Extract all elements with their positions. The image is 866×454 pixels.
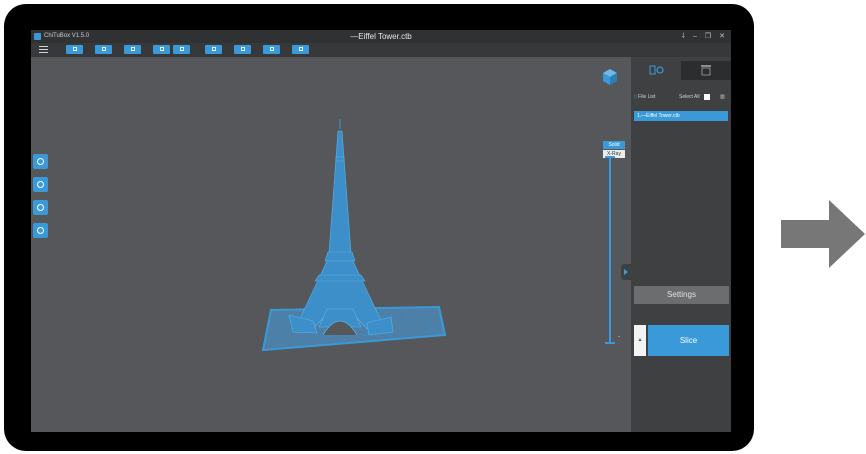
- slice-button[interactable]: Slice: [648, 325, 729, 356]
- right-arrow-icon: [781, 200, 865, 268]
- tablet-frame: ChiTuBox V1.5.0 —Eiffel Tower.ctb ⸸ – ❐ …: [4, 4, 754, 451]
- printer-icon: [701, 65, 711, 76]
- layout-icon[interactable]: [205, 45, 222, 54]
- minimize-icon[interactable]: –: [693, 31, 697, 42]
- move-icon[interactable]: [33, 154, 48, 169]
- tab-printer[interactable]: [681, 61, 731, 80]
- support-icon[interactable]: [234, 45, 251, 54]
- menu-icon[interactable]: [39, 46, 48, 54]
- mirror-icon[interactable]: [33, 223, 48, 238]
- save-icon[interactable]: [95, 45, 112, 54]
- file-list-item[interactable]: 1.—Eiffel Tower.ctb: [634, 111, 728, 121]
- right-panel: ▯ File List Select All ▥ 1.—Eiffel Tower…: [631, 57, 731, 432]
- panel-collapse-button[interactable]: [621, 264, 631, 280]
- settings-button[interactable]: Settings: [634, 286, 729, 304]
- slider-up-button[interactable]: ˇ: [618, 151, 620, 157]
- solid-view-button[interactable]: Solid: [603, 141, 625, 149]
- panel-tabs: [631, 61, 731, 80]
- close-icon[interactable]: ✕: [719, 31, 725, 42]
- hollow-icon[interactable]: [263, 45, 280, 54]
- cut-icon[interactable]: [124, 45, 141, 54]
- select-all-checkbox[interactable]: [704, 94, 710, 100]
- file-settings-icon: [649, 65, 664, 75]
- eiffel-tower-model: [261, 119, 447, 352]
- rotate-icon[interactable]: [33, 177, 48, 192]
- file-list-header: ▯ File List Select All ▥: [634, 93, 729, 102]
- select-all-label: Select All: [679, 94, 700, 100]
- open-file-icon[interactable]: [66, 45, 83, 54]
- layer-slider[interactable]: [609, 157, 611, 343]
- tab-file-settings[interactable]: [631, 61, 681, 80]
- trash-icon[interactable]: ▥: [720, 93, 725, 102]
- undo-icon[interactable]: [153, 45, 170, 54]
- slice-options-button[interactable]: ▴: [634, 325, 646, 356]
- file-list-label: File List: [638, 94, 656, 100]
- slider-down-button[interactable]: ˆ: [618, 337, 620, 343]
- window-title: —Eiffel Tower.ctb: [350, 32, 412, 41]
- account-icon[interactable]: ⸸: [682, 31, 685, 42]
- maximize-icon[interactable]: ❐: [705, 31, 711, 42]
- scale-icon[interactable]: [33, 200, 48, 215]
- redo-icon[interactable]: [173, 45, 190, 54]
- app-window: ChiTuBox V1.5.0 —Eiffel Tower.ctb ⸸ – ❐ …: [31, 30, 731, 432]
- toolbar: [31, 43, 731, 57]
- title-bar: ChiTuBox V1.5.0 —Eiffel Tower.ctb ⸸ – ❐ …: [31, 30, 731, 43]
- file-icon: ▯: [634, 94, 637, 100]
- view-cube-icon[interactable]: [601, 67, 619, 87]
- layer-slider-bottom-handle[interactable]: [605, 342, 615, 344]
- punch-icon[interactable]: [292, 45, 309, 54]
- 3d-viewport[interactable]: Solid X-Ray ˇ ˆ: [31, 57, 631, 432]
- window-controls: ⸸ – ❐ ✕: [682, 31, 725, 42]
- transform-tools: [33, 154, 48, 246]
